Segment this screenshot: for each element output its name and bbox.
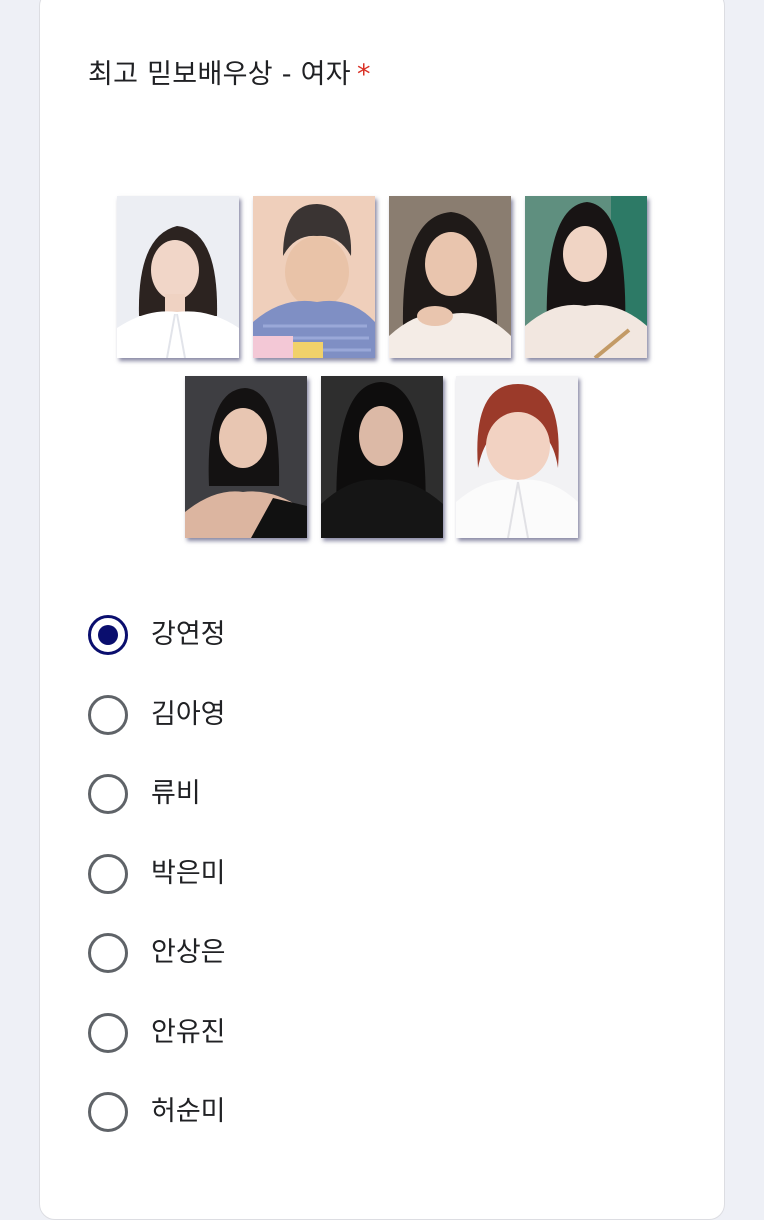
candidate-photo-5 xyxy=(185,376,307,538)
radio-button[interactable] xyxy=(88,933,128,973)
option-label: 안상은 xyxy=(151,937,226,968)
radio-button[interactable] xyxy=(88,854,128,894)
candidate-photo-4 xyxy=(525,196,647,358)
option-label: 류비 xyxy=(151,778,201,809)
option-label: 강연정 xyxy=(151,619,226,650)
option-park-eunmi[interactable]: 박은미 xyxy=(88,854,488,894)
required-asterisk: * xyxy=(356,59,371,90)
candidate-photo-7 xyxy=(456,376,578,538)
option-label: 김아영 xyxy=(151,699,226,730)
option-label: 박은미 xyxy=(151,858,226,889)
option-kang-yeonjeong[interactable]: 강연정 xyxy=(88,615,488,655)
radio-button-selected[interactable] xyxy=(88,615,128,655)
radio-button[interactable] xyxy=(88,1013,128,1053)
option-label: 허순미 xyxy=(151,1096,226,1127)
candidate-photo-6 xyxy=(321,376,443,538)
option-ahn-sangeun[interactable]: 안상은 xyxy=(88,933,488,973)
radio-selected-dot xyxy=(98,625,118,645)
option-ryu-bi[interactable]: 류비 xyxy=(88,774,488,814)
radio-button[interactable] xyxy=(88,774,128,814)
option-label: 안유진 xyxy=(151,1017,226,1048)
radio-button[interactable] xyxy=(88,1092,128,1132)
question-title: 최고 믿보배우상 - 여자 * xyxy=(88,52,371,91)
candidate-photo-2 xyxy=(253,196,375,358)
candidate-photo-3 xyxy=(389,196,511,358)
option-kim-ayoung[interactable]: 김아영 xyxy=(88,695,488,735)
question-title-text: 최고 믿보배우상 - 여자 xyxy=(88,59,351,90)
option-ahn-yujin[interactable]: 안유진 xyxy=(88,1013,488,1053)
candidate-photo-1 xyxy=(117,196,239,358)
radio-button[interactable] xyxy=(88,695,128,735)
option-heo-sunmi[interactable]: 허순미 xyxy=(88,1092,488,1132)
